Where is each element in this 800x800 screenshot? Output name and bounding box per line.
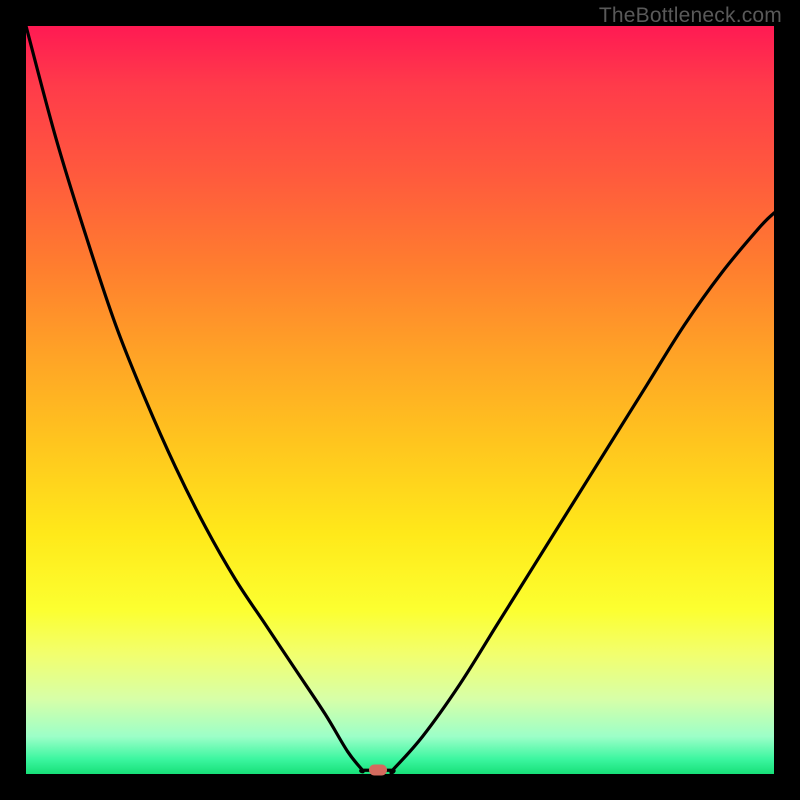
watermark-text: TheBottleneck.com (599, 4, 782, 28)
curve-path (26, 26, 774, 773)
bottleneck-curve (26, 26, 774, 774)
optimum-marker (369, 765, 387, 776)
chart-frame: TheBottleneck.com (0, 0, 800, 800)
plot-area (26, 26, 774, 774)
